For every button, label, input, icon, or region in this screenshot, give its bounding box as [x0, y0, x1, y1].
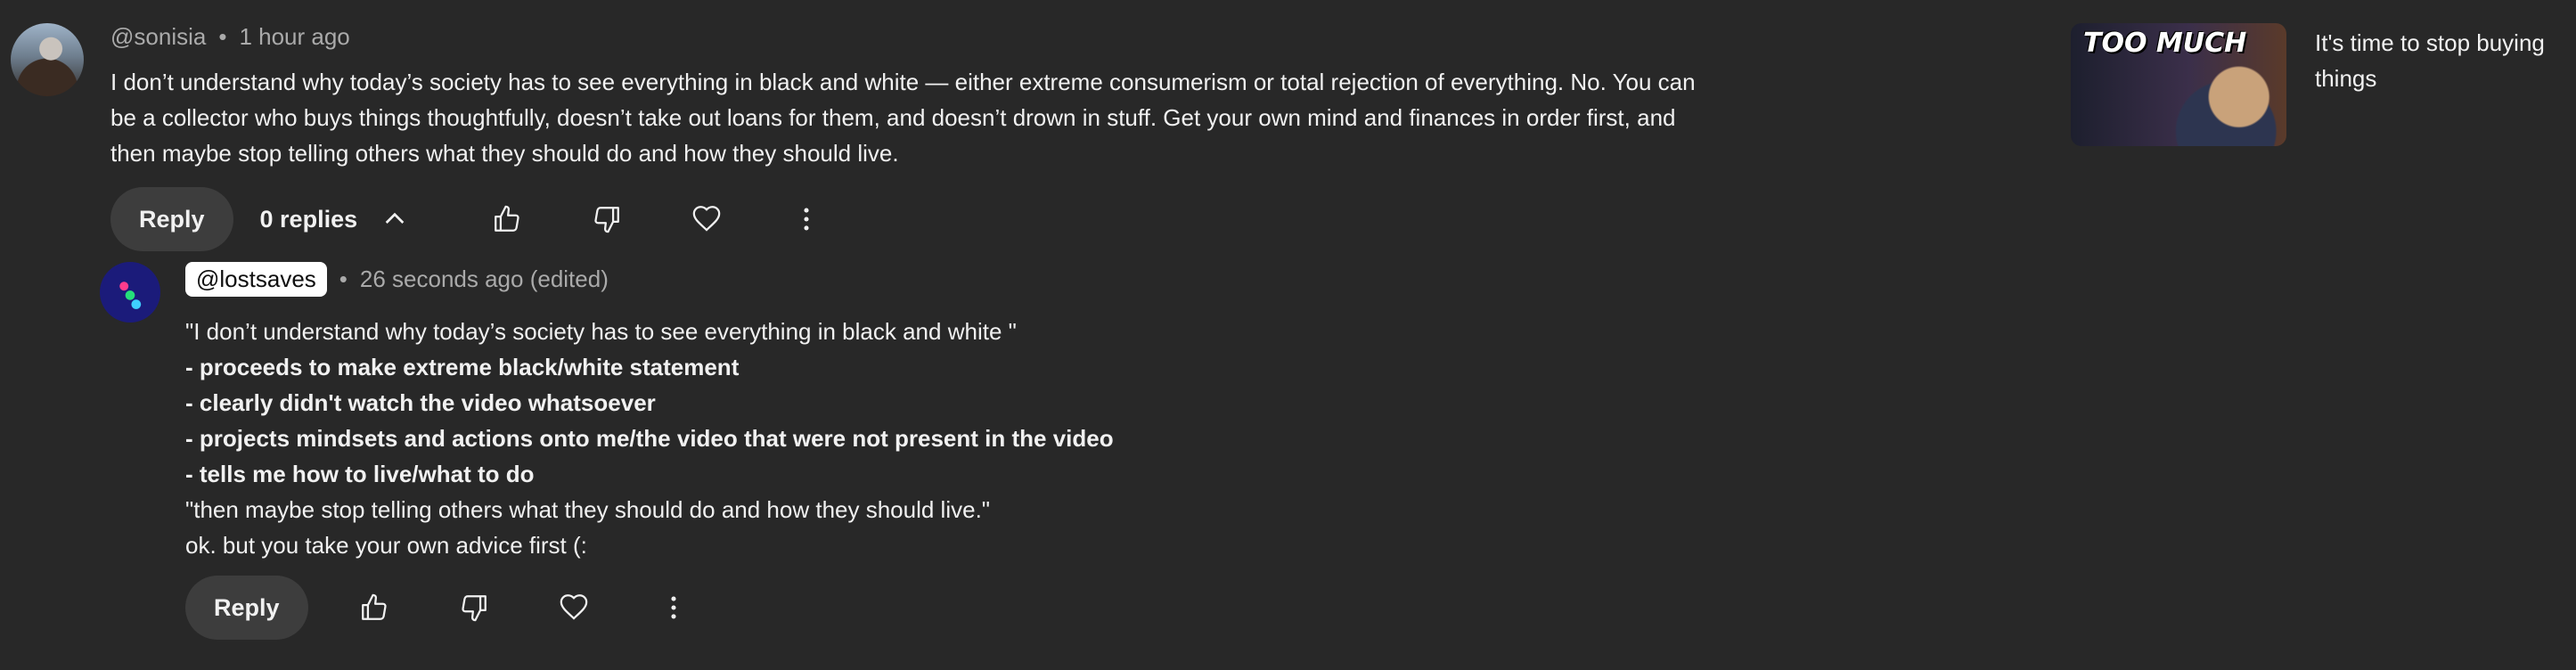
replies-count: 0 replies	[259, 205, 358, 233]
thumbs-down-icon[interactable]	[446, 579, 503, 636]
separator-dot: •	[339, 266, 348, 292]
reply-button[interactable]: Reply	[110, 187, 233, 251]
comment-actions: Reply 0 replies	[110, 187, 835, 251]
more-vertical-icon[interactable]	[645, 579, 702, 636]
reply-author[interactable]: @lostsaves	[185, 262, 327, 297]
thumbs-up-icon[interactable]	[478, 191, 536, 248]
reply-line: "then maybe stop telling others what the…	[185, 496, 991, 523]
video-title[interactable]: It's time to stop buying things	[2315, 25, 2564, 96]
reply-timestamp[interactable]: 26 seconds ago (edited)	[360, 266, 609, 293]
reply-line: - proceeds to make extreme black/white s…	[185, 354, 740, 380]
reply-avatar[interactable]	[100, 262, 160, 323]
reply-line: - clearly didn't watch the video whatsoe…	[185, 389, 656, 416]
chevron-up-icon	[380, 205, 409, 233]
separator-dot: •	[218, 23, 227, 50]
reply-actions: Reply	[185, 576, 702, 640]
reply-line: ok. but you take your own advice first (…	[185, 532, 587, 559]
thumbs-down-icon[interactable]	[578, 191, 635, 248]
comment-author[interactable]: @sonisia	[110, 23, 206, 50]
reply-line: - projects mindsets and actions onto me/…	[185, 425, 1114, 452]
reply-line: "I don’t understand why today’s society …	[185, 318, 1017, 345]
reply-text: "I don’t understand why today’s society …	[185, 314, 1433, 563]
more-vertical-icon[interactable]	[778, 191, 835, 248]
comment-meta: @sonisia • 1 hour ago	[110, 23, 350, 51]
thumbs-up-icon[interactable]	[346, 579, 403, 636]
comment-text: I don’t understand why today’s society h…	[110, 69, 1696, 167]
thumbnail-text: TOO MUCH	[2083, 28, 2247, 59]
video-thumbnail[interactable]: TOO MUCH	[2071, 23, 2286, 146]
reply-meta: @lostsaves • 26 seconds ago (edited)	[185, 262, 609, 297]
heart-icon[interactable]	[678, 191, 735, 248]
reply-button[interactable]: Reply	[185, 576, 308, 640]
comment-timestamp[interactable]: 1 hour ago	[239, 23, 349, 50]
avatar[interactable]	[11, 23, 84, 96]
reply-line: - tells me how to live/what to do	[185, 461, 535, 487]
heart-icon[interactable]	[545, 579, 602, 636]
replies-toggle[interactable]: 0 replies	[249, 187, 421, 251]
